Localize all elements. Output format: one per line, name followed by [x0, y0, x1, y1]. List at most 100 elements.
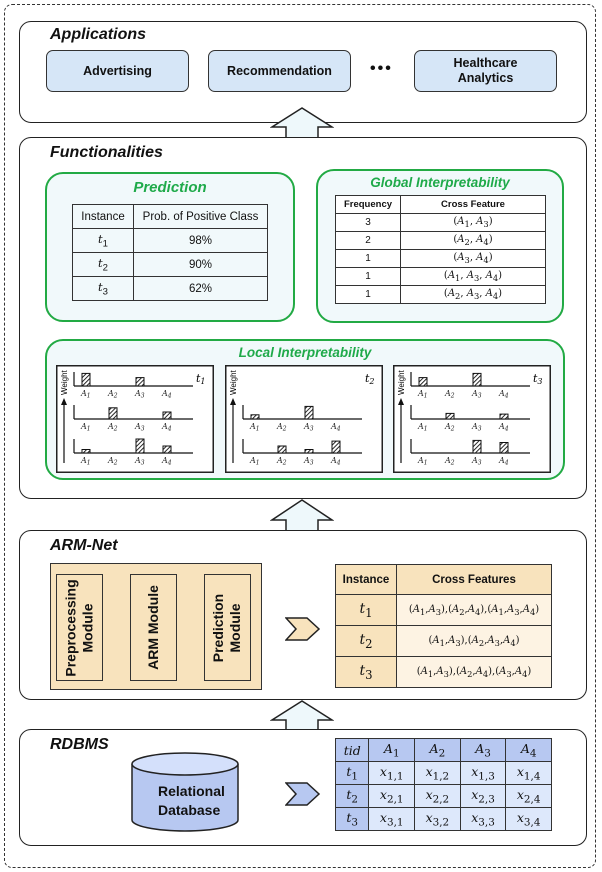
preprocessing-module: Preprocessing Module [56, 574, 103, 681]
value-cell: x1,2 [414, 761, 461, 785]
flow-arrow-icon [270, 499, 334, 533]
cross-features-cell: (A1,A3),(A2,A4),(A3,A4) [396, 656, 552, 688]
column-header: tid [334, 738, 370, 762]
weight-bar-a1 [250, 414, 260, 420]
weight-bar-a3 [304, 405, 314, 420]
app-healthcare-label: Healthcare Analytics [453, 56, 518, 85]
table-row: 2 (A2, A4) [335, 231, 546, 250]
prediction-box: Prediction Instance Prob. of Positive Cl… [45, 172, 295, 322]
local-panel-t3: Weight t3A1 A2 A3 A4A1 A2 A3 A4A1 A2 A3 A4 [393, 365, 551, 473]
header-instance: Instance [72, 204, 134, 229]
global-title: Global Interpretability [370, 175, 510, 190]
column-header: A2 [414, 738, 461, 762]
value-cell: x2,4 [505, 784, 552, 808]
arm-module: ARM Module [130, 574, 177, 681]
instance-cell: t3 [72, 276, 134, 301]
tid-cell: t1 [334, 761, 370, 785]
prob-cell: 62% [133, 276, 268, 301]
preprocessing-module-label: Preprocessing Module [62, 578, 96, 677]
local-panel-t2: Weight t2A1 A2 A3 A4A1 A2 A3 A4 [225, 365, 383, 473]
prob-cell: 98% [133, 228, 268, 253]
rdbms-title: RDBMS [50, 736, 109, 753]
value-cell: x1,1 [368, 761, 416, 785]
functionalities-layer: Functionalities Prediction Instance Prob… [19, 137, 587, 499]
weight-bar-a3 [135, 438, 145, 454]
app-advertising-label: Advertising [83, 63, 152, 78]
table-header-row: Instance Prob. of Positive Class [72, 204, 268, 229]
table-row: t1 (A1,A3),(A2,A4),(A1,A3,A4) [335, 594, 552, 626]
relational-table: tid A1 A2 A3 A4 t1 x1,1 x1,2 x1,3 x1,4 t2 x2,1 x2,2 x… [334, 738, 552, 831]
table-row: 1 (A1, A3, A4) [335, 267, 546, 286]
instance-cell: t1 [335, 594, 397, 626]
value-cell: x3,1 [368, 807, 416, 831]
table-row: t3 62% [72, 276, 268, 301]
header-instance: Instance [335, 564, 397, 595]
value-cell: x3,2 [414, 807, 461, 831]
table-row: 3 (A1, A3) [335, 213, 546, 232]
functionalities-title: Functionalities [50, 144, 163, 161]
instance-cell: t2 [72, 252, 134, 277]
app-healthcare-analytics: Healthcare Analytics [414, 50, 557, 92]
cross-feature-cell: (A2, A4) [400, 231, 546, 250]
table-row: 1 (A2, A3, A4) [335, 285, 546, 304]
cross-feature-cell: (A1, A3, A4) [400, 267, 546, 286]
app-advertising: Advertising [46, 50, 189, 92]
frequency-cell: 1 [335, 249, 401, 268]
weight-bar-a3 [472, 372, 482, 387]
weight-bar-a4 [499, 413, 509, 420]
value-cell: x2,3 [459, 784, 507, 808]
table-header-row: Instance Cross Features [335, 564, 552, 595]
header-prob: Prob. of Positive Class [133, 204, 268, 229]
weight-axis-label: Weight [60, 369, 69, 395]
ellipsis: ••• [370, 60, 393, 77]
column-header: A3 [459, 738, 507, 762]
prediction-module-label: Prediction Module [210, 593, 244, 662]
flow-arrow-icon [270, 107, 334, 139]
prediction-title: Prediction [133, 179, 207, 196]
app-recommendation: Recommendation [208, 50, 351, 92]
weight-axis-label: Weight [229, 369, 238, 395]
value-cell: x2,1 [368, 784, 416, 808]
instance-cell: t2 [335, 625, 397, 657]
weight-bar-a4 [162, 411, 172, 420]
weight-bar-a1 [81, 372, 91, 387]
table-row: t3 (A1,A3),(A2,A4),(A3,A4) [335, 656, 552, 688]
instance-cell: t3 [335, 656, 397, 688]
frequency-cell: 1 [335, 285, 401, 304]
table-header-row: Frequency Cross Feature [335, 195, 546, 214]
cross-features-cell: (A1,A3),(A2,A4),(A1,A3,A4) [396, 594, 552, 626]
frequency-cell: 3 [335, 213, 401, 232]
weight-bar-a1 [418, 377, 428, 387]
applications-title: Applications [50, 26, 147, 43]
cross-feature-cell: (A1, A3) [400, 213, 546, 232]
cross-features-table: Instance Cross Features t1 (A1,A3),(A2,A4… [335, 564, 552, 688]
cross-feature-cell: (A3, A4) [400, 249, 546, 268]
header-cross-features: Cross Features [396, 564, 552, 595]
instance-sub: 3 [102, 286, 108, 298]
weight-bar-a4 [331, 440, 341, 454]
global-interpretability-box: Global Interpretability Frequency Cross … [316, 169, 564, 323]
armnet-layer: ARM-Net Preprocessing Module ARM Module … [19, 530, 587, 700]
armnet-core: Preprocessing Module ARM Module Predicti… [50, 563, 262, 690]
local-title: Local Interpretability [238, 345, 372, 360]
local-panel-t1: Weight t1A1 A2 A3 A4A1 A2 A3 A4A1 A2 A3 A4 [56, 365, 214, 473]
app-recommendation-label: Recommendation [227, 63, 332, 78]
column-header: A4 [505, 738, 552, 762]
tid-cell: t2 [334, 784, 370, 808]
table-row: t1 x1,1 x1,2 x1,3 x1,4 [334, 761, 552, 785]
value-cell: x3,3 [459, 807, 507, 831]
rdbms-layer: RDBMS Relational Database tid A1 A2 A3 A4 t1 x… [19, 729, 587, 846]
chevron-right-icon [285, 782, 321, 806]
weight-bar-a1 [81, 449, 91, 454]
weight-bar-a3 [472, 439, 482, 454]
armnet-title: ARM-Net [50, 537, 118, 554]
header-frequency: Frequency [335, 195, 401, 214]
frequency-cell: 2 [335, 231, 401, 250]
weight-bar-a2 [445, 412, 455, 420]
table-row: t3 x3,1 x3,2 x3,3 x3,4 [334, 807, 552, 831]
value-cell: x3,4 [505, 807, 552, 831]
value-cell: x1,3 [459, 761, 507, 785]
weight-bar-a4 [499, 442, 509, 454]
cross-features-cell: (A1,A3),(A2,A3,A4) [396, 625, 552, 657]
prediction-module: Prediction Module [204, 574, 251, 681]
